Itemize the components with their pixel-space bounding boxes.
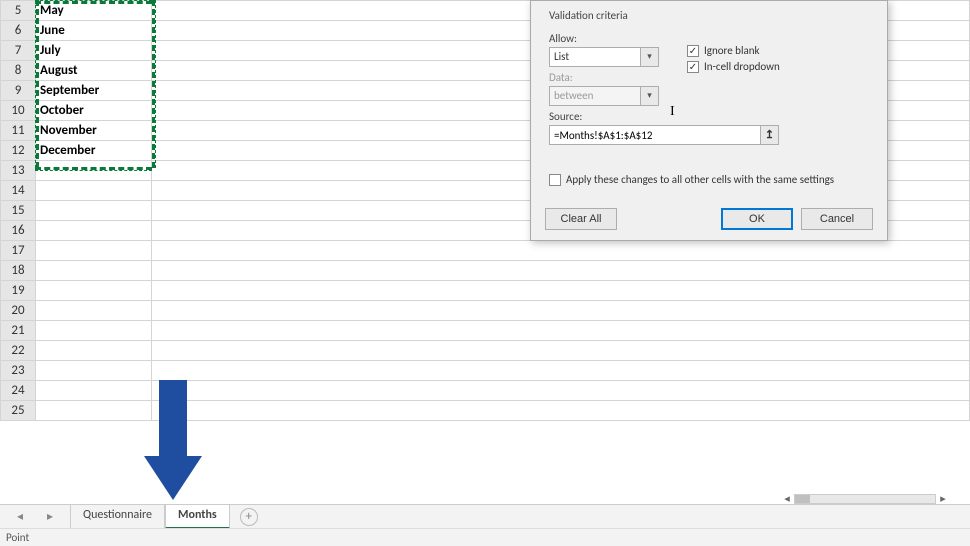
cell[interactable] [152,321,970,341]
text-cursor-icon: I [670,104,675,120]
row-header[interactable]: 6 [1,21,36,41]
cell[interactable]: October [36,101,152,121]
ok-button[interactable]: OK [721,208,793,230]
selection-marquee [35,0,152,4]
data-validation-dialog: Validation criteria Allow: List ▾ Data: … [530,0,888,241]
cell[interactable] [36,401,152,421]
cell[interactable]: September [36,81,152,101]
cell[interactable]: November [36,121,152,141]
allow-dropdown[interactable]: List ▾ [549,47,659,67]
source-input[interactable] [550,126,760,144]
cell[interactable] [152,401,970,421]
scroll-left-icon[interactable]: ◂ [780,492,794,506]
cell[interactable] [36,181,152,201]
row-header[interactable]: 12 [1,141,36,161]
cell[interactable] [36,321,152,341]
row-header[interactable]: 23 [1,361,36,381]
row-header[interactable]: 10 [1,101,36,121]
row-header[interactable]: 8 [1,61,36,81]
allow-label: Allow: [549,32,669,45]
cell[interactable] [152,341,970,361]
cell[interactable]: June [36,21,152,41]
data-dropdown: between ▾ [549,86,659,106]
tab-months[interactable]: Months [165,505,230,529]
clear-all-button[interactable]: Clear All [545,208,617,230]
selection-marquee [152,0,156,168]
cell[interactable] [36,241,152,261]
nav-next-icon[interactable]: ▸ [47,509,53,524]
chevron-down-icon[interactable]: ▾ [640,48,658,66]
cell[interactable] [36,301,152,321]
cell[interactable] [152,361,970,381]
nav-prev-icon[interactable]: ◂ [17,509,23,524]
data-label: Data: [549,71,669,84]
row-header[interactable]: 22 [1,341,36,361]
scroll-thumb[interactable] [795,495,810,503]
cell[interactable]: December [36,141,152,161]
cancel-button[interactable]: Cancel [801,208,873,230]
row-header[interactable]: 17 [1,241,36,261]
row-header[interactable]: 16 [1,221,36,241]
cell[interactable] [36,281,152,301]
cell[interactable] [36,341,152,361]
incell-dropdown-checkbox[interactable]: ✓ [687,61,699,73]
scroll-track[interactable] [794,494,936,504]
tab-questionnaire[interactable]: Questionnaire [70,505,165,529]
tab-nav: ◂ ▸ [0,509,70,524]
apply-all-checkbox[interactable] [549,174,561,186]
selection-marquee [35,0,39,168]
row-header[interactable]: 13 [1,161,36,181]
cell[interactable] [152,301,970,321]
chevron-down-icon: ▾ [640,87,658,105]
cell[interactable] [152,281,970,301]
cell[interactable] [36,361,152,381]
status-bar: Point [0,528,970,546]
incell-dropdown-label: In-cell dropdown [704,60,780,73]
row-header[interactable]: 7 [1,41,36,61]
horizontal-scrollbar[interactable]: ◂ ▸ [780,492,950,506]
ignore-blank-label: Ignore blank [704,44,760,57]
scroll-right-icon[interactable]: ▸ [936,492,950,506]
row-header[interactable]: 18 [1,261,36,281]
cell[interactable] [152,261,970,281]
row-header[interactable]: 24 [1,381,36,401]
source-label: Source: [549,110,873,123]
cell[interactable]: July [36,41,152,61]
selection-marquee [35,167,152,171]
row-header[interactable]: 20 [1,301,36,321]
cell[interactable] [36,381,152,401]
cell[interactable]: August [36,61,152,81]
row-header[interactable]: 11 [1,121,36,141]
status-mode: Point [6,531,29,544]
sheet-tab-bar: ◂ ▸ Questionnaire Months + ◂ ▸ [0,504,970,528]
annotation-arrow [144,380,202,500]
cell[interactable] [36,261,152,281]
row-header[interactable]: 15 [1,201,36,221]
row-header[interactable]: 21 [1,321,36,341]
ignore-blank-checkbox[interactable]: ✓ [687,45,699,57]
range-picker-icon[interactable]: ↥ [760,126,778,144]
cell[interactable] [36,221,152,241]
cell[interactable] [152,241,970,261]
cell[interactable] [36,201,152,221]
apply-all-label: Apply these changes to all other cells w… [566,173,834,186]
row-header[interactable]: 19 [1,281,36,301]
validation-criteria-label: Validation criteria [549,9,873,22]
row-header[interactable]: 5 [1,1,36,21]
add-sheet-button[interactable]: + [240,508,258,526]
row-header[interactable]: 14 [1,181,36,201]
row-header[interactable]: 25 [1,401,36,421]
cell[interactable] [152,381,970,401]
row-header[interactable]: 9 [1,81,36,101]
